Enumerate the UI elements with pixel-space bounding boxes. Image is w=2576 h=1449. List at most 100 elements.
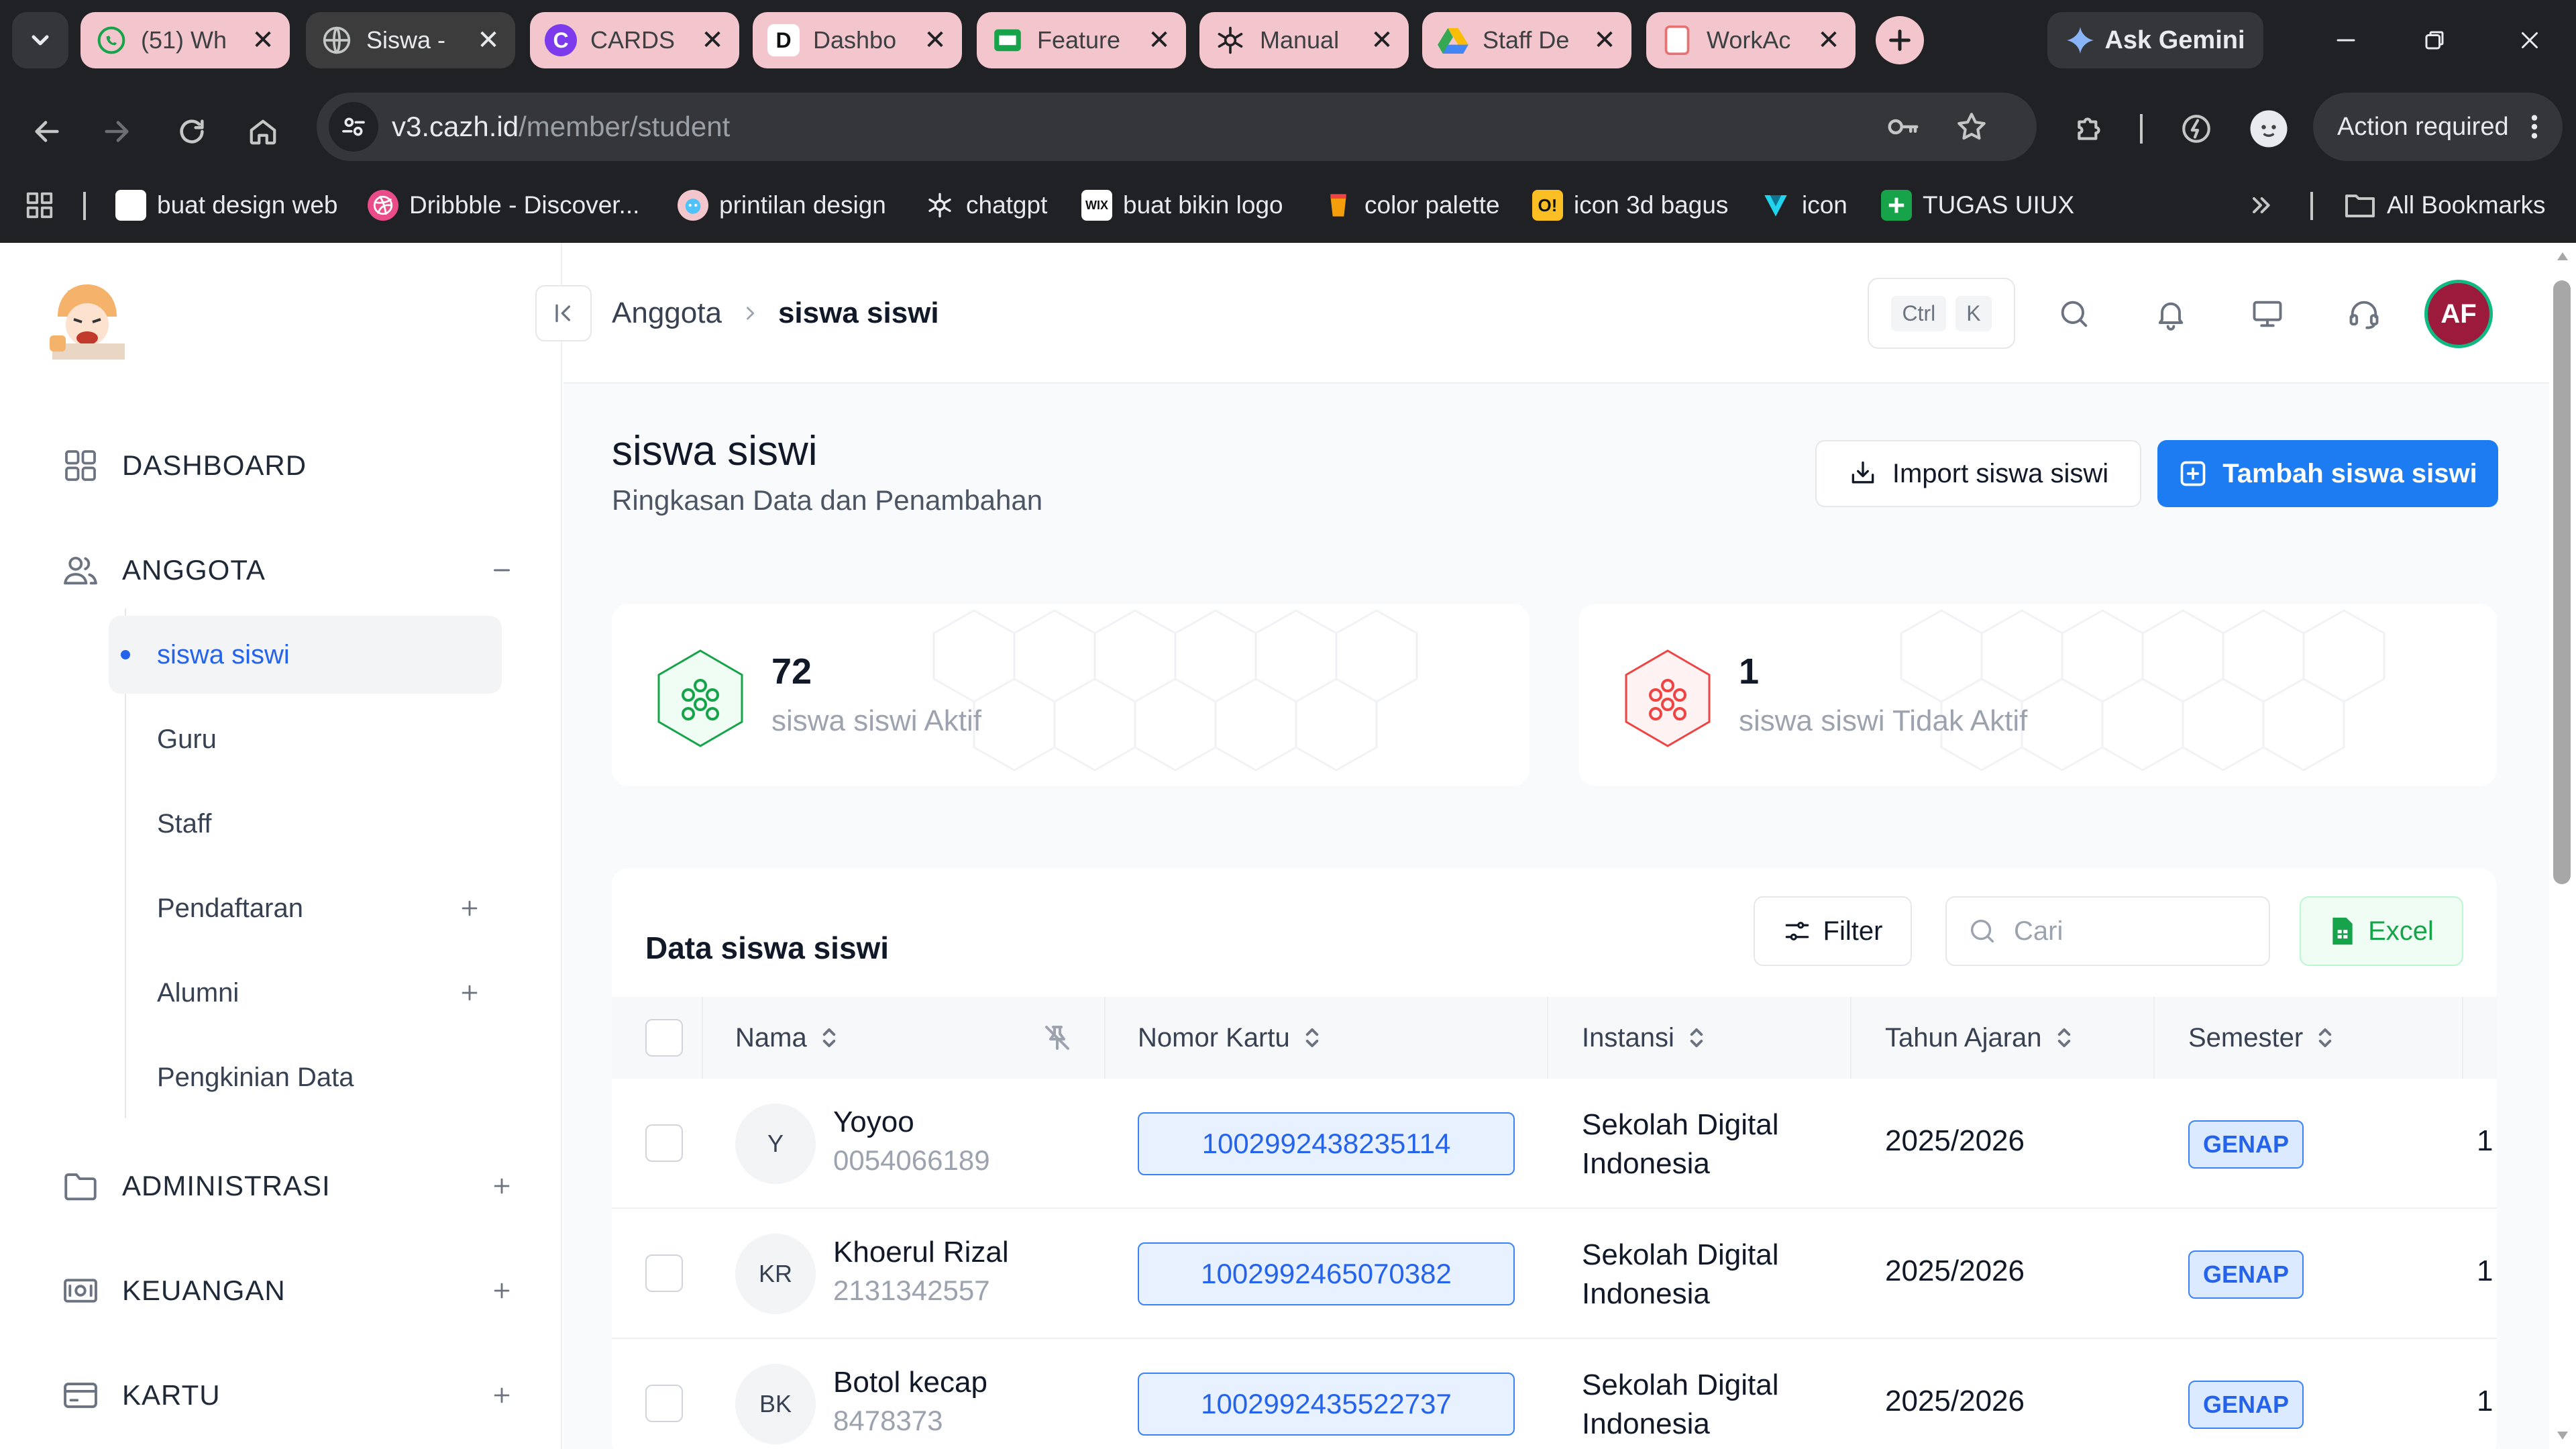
- apps-button[interactable]: [24, 185, 55, 225]
- table-search[interactable]: [1945, 896, 2270, 966]
- password-key-button[interactable]: [1884, 107, 1923, 146]
- scroll-up-icon[interactable]: [2556, 251, 2569, 262]
- column-header-nomor-kartu[interactable]: Nomor Kartu: [1106, 997, 1548, 1079]
- sidebar-item-alumni[interactable]: Alumni: [109, 954, 502, 1032]
- column-header-tahun-ajaran[interactable]: Tahun Ajaran: [1851, 997, 2155, 1079]
- extensions-button[interactable]: [2066, 105, 2114, 153]
- collapse-sidebar-button[interactable]: [535, 285, 592, 341]
- sidebar-item-guru[interactable]: Guru: [109, 700, 502, 778]
- close-icon[interactable]: ✕: [699, 25, 726, 55]
- column-header-semester[interactable]: Semester: [2155, 997, 2463, 1079]
- close-icon[interactable]: ✕: [475, 25, 502, 55]
- action-required-button[interactable]: Action required: [2313, 93, 2563, 161]
- sidebar-item-staff[interactable]: Staff: [109, 785, 502, 863]
- sort-icon[interactable]: [2315, 1026, 2335, 1049]
- ask-gemini-button[interactable]: Ask Gemini: [2047, 12, 2263, 68]
- sidebar-item-anggota[interactable]: ANGGOTA: [60, 543, 517, 597]
- sidebar-item-keuangan[interactable]: KEUANGAN: [60, 1264, 517, 1318]
- row-checkbox[interactable]: [645, 1124, 683, 1162]
- bookmark-icon[interactable]: icon: [1760, 185, 1847, 225]
- bookmark-dribbble[interactable]: Dribbble - Discover...: [368, 185, 639, 225]
- tab-search-button[interactable]: [12, 12, 68, 68]
- minimize-button[interactable]: [2316, 15, 2376, 66]
- user-avatar[interactable]: AF: [2424, 280, 2493, 348]
- bookmark-printilan-design[interactable]: printilan design: [678, 185, 886, 225]
- sidebar-item-dashboard[interactable]: DASHBOARD: [60, 439, 517, 492]
- bookmark-icon-3d-bagus[interactable]: O! icon 3d bagus: [1532, 185, 1728, 225]
- close-icon[interactable]: ✕: [250, 25, 276, 55]
- logo[interactable]: [47, 276, 130, 360]
- expand-plus-icon[interactable]: [487, 1276, 517, 1305]
- collapse-minus-icon[interactable]: [487, 555, 517, 585]
- column-header-nama[interactable]: Nama: [703, 997, 1106, 1079]
- command-shortcut-button[interactable]: Ctrl K: [1868, 278, 2015, 349]
- close-icon[interactable]: ✕: [922, 25, 949, 55]
- close-icon[interactable]: ✕: [1815, 25, 1842, 55]
- page-scrollbar[interactable]: [2549, 243, 2576, 1449]
- card-number-badge[interactable]: 1002992438235114: [1138, 1112, 1515, 1175]
- column-header-instansi[interactable]: Instansi: [1548, 997, 1851, 1079]
- filter-button[interactable]: Filter: [1754, 896, 1912, 966]
- sort-icon[interactable]: [2054, 1026, 2074, 1049]
- table-row[interactable]: Y Yoyoo 0054066189 1002992438235114 Seko…: [612, 1079, 2497, 1209]
- bookmark-color-palette[interactable]: color palette: [1323, 185, 1500, 225]
- tab-feature[interactable]: Feature ✕: [977, 12, 1186, 68]
- row-checkbox[interactable]: [645, 1254, 683, 1292]
- bookmark-tugas-uiux[interactable]: TUGAS UIUX: [1881, 185, 2074, 225]
- scrollbar-thumb[interactable]: [2553, 280, 2571, 884]
- search-input[interactable]: [2014, 916, 2255, 947]
- tab-dashboard[interactable]: D Dashbo ✕: [753, 12, 962, 68]
- import-button[interactable]: Import siswa siswi: [1815, 440, 2141, 507]
- breadcrumb-anggota[interactable]: Anggota: [612, 297, 722, 330]
- bookmark-buat-design-web[interactable]: buat design web: [115, 185, 337, 225]
- forward-button[interactable]: [90, 105, 144, 158]
- table-row[interactable]: KR Khoerul Rizal 2131342557 100299246507…: [612, 1209, 2497, 1339]
- expand-plus-icon[interactable]: [487, 1171, 517, 1201]
- row-checkbox[interactable]: [645, 1385, 683, 1422]
- address-bar[interactable]: v3.cazh.id/member/student: [317, 93, 2037, 161]
- search-button[interactable]: [2051, 291, 2097, 337]
- profile-button[interactable]: [2245, 105, 2293, 153]
- add-student-button[interactable]: Tambah siswa siswi: [2157, 440, 2498, 507]
- back-button[interactable]: [20, 105, 74, 158]
- tab-manual[interactable]: Manual ✕: [1199, 12, 1409, 68]
- close-icon[interactable]: ✕: [1368, 25, 1395, 55]
- close-icon[interactable]: ✕: [1591, 25, 1618, 55]
- sort-icon[interactable]: [1302, 1026, 1322, 1049]
- notifications-button[interactable]: [2148, 291, 2194, 337]
- card-number-badge[interactable]: 1002992435522737: [1138, 1373, 1515, 1436]
- sidebar-item-administrasi[interactable]: ADMINISTRASI: [60, 1159, 517, 1213]
- reload-button[interactable]: [165, 105, 219, 158]
- tab-cards[interactable]: C CARDS ✕: [530, 12, 739, 68]
- close-icon[interactable]: ✕: [1146, 25, 1173, 55]
- sort-icon[interactable]: [1686, 1026, 1707, 1049]
- support-button[interactable]: [2341, 291, 2387, 337]
- sidebar-item-pengkinian-data[interactable]: Pengkinian Data: [109, 1038, 502, 1116]
- sort-icon[interactable]: [819, 1026, 839, 1049]
- unpin-icon[interactable]: [1041, 1022, 1073, 1054]
- new-tab-button[interactable]: [1876, 16, 1924, 64]
- sidebar-item-siswa-siswi[interactable]: siswa siswi: [109, 616, 502, 694]
- bookmarks-overflow-button[interactable]: [2247, 185, 2274, 225]
- url-text[interactable]: v3.cazh.id/member/student: [392, 111, 730, 143]
- close-window-button[interactable]: [2500, 15, 2560, 66]
- bookmark-chatgpt[interactable]: chatgpt: [924, 185, 1047, 225]
- tab-siswa[interactable]: Siswa - ✕: [306, 12, 515, 68]
- all-bookmarks-button[interactable]: All Bookmarks: [2344, 185, 2545, 225]
- expand-plus-icon[interactable]: [487, 1381, 517, 1410]
- scroll-down-icon[interactable]: [2556, 1430, 2569, 1441]
- display-button[interactable]: [2245, 291, 2290, 337]
- select-all-checkbox[interactable]: [645, 1019, 683, 1057]
- site-info-button[interactable]: [329, 102, 378, 152]
- home-button[interactable]: [236, 105, 290, 158]
- sidebar-item-kartu[interactable]: KARTU: [60, 1368, 517, 1422]
- bookmark-buat-bikin-logo[interactable]: WIX buat bikin logo: [1081, 185, 1283, 225]
- expand-plus-icon[interactable]: [455, 894, 484, 923]
- tab-staff[interactable]: Staff De ✕: [1422, 12, 1631, 68]
- bookmark-star-button[interactable]: [1952, 107, 1991, 146]
- table-row[interactable]: BK Botol kecap 8478373 1002992435522737 …: [612, 1339, 2497, 1449]
- tab-whatsapp[interactable]: (51) Wh ✕: [80, 12, 290, 68]
- card-number-badge[interactable]: 1002992465070382: [1138, 1242, 1515, 1305]
- tab-workac[interactable]: WorkAc ✕: [1646, 12, 1856, 68]
- sidebar-item-pendaftaran[interactable]: Pendaftaran: [109, 869, 502, 947]
